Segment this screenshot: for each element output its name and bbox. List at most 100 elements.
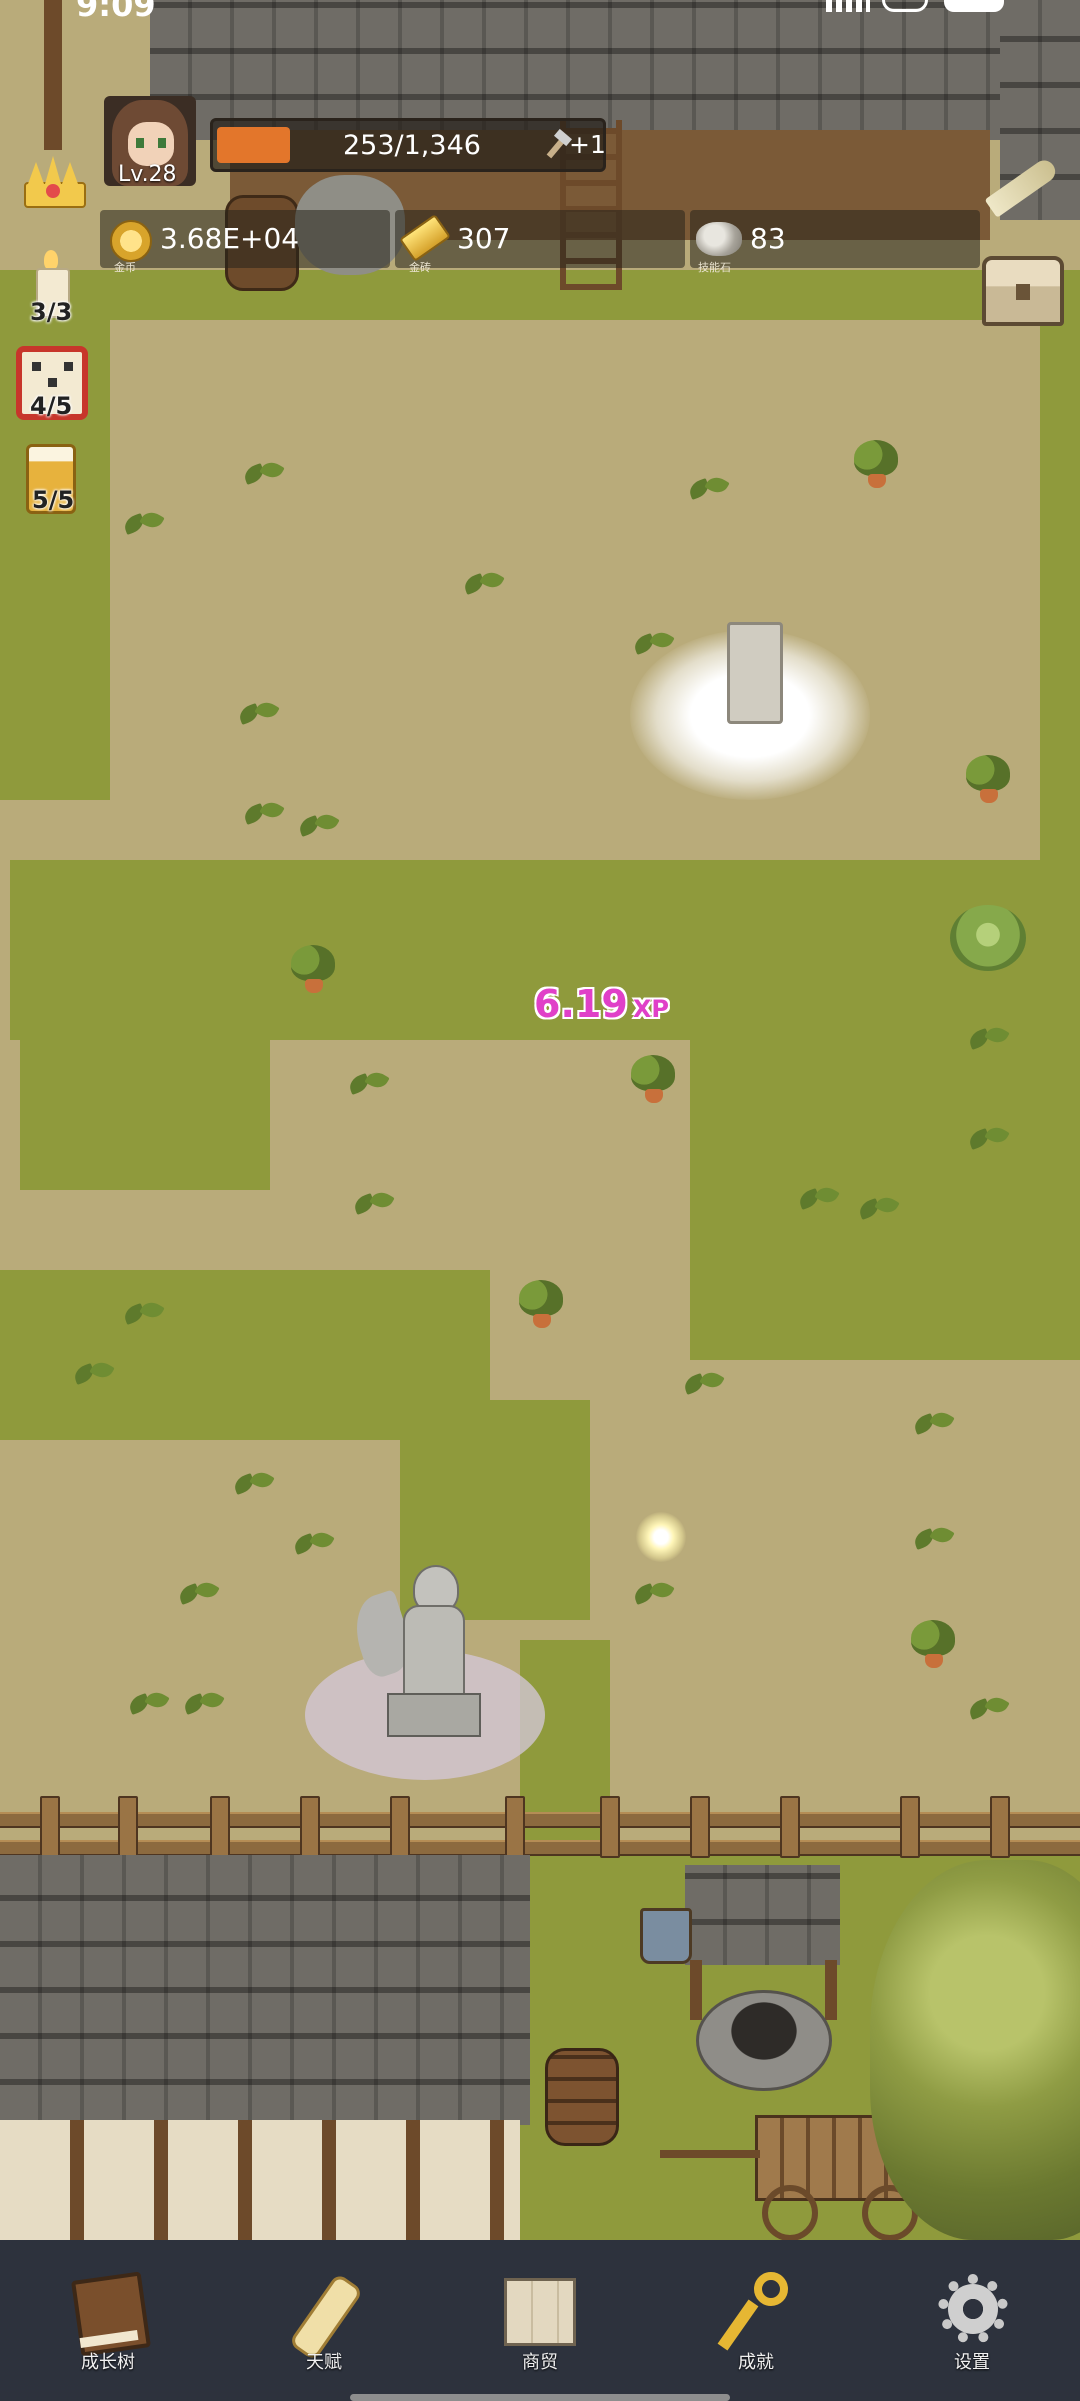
gear-icon (934, 2268, 1010, 2352)
xp-bar: 253/1,346 +1 (210, 118, 606, 172)
nav-settings[interactable]: 设置 (864, 2240, 1080, 2401)
skill-stone-counter[interactable]: 83 技能石 (690, 210, 980, 274)
xp-bonus: +1 (569, 130, 606, 159)
gold-bar-icon (398, 213, 452, 263)
dice-pip (48, 378, 57, 387)
carrot-plant[interactable] (960, 755, 1016, 815)
bugle-icon (984, 156, 1060, 218)
cart-wheel (762, 2185, 818, 2240)
key-ring (754, 2272, 788, 2306)
dice-button[interactable]: 4/5 (14, 342, 94, 426)
scroll-body (288, 2272, 364, 2362)
water-bucket[interactable] (640, 1908, 692, 1964)
fence-post (40, 1796, 60, 1858)
beer-button[interactable]: 5/5 (20, 440, 86, 526)
sprout (175, 1580, 221, 1614)
house-roof (0, 1855, 530, 2125)
skill-stone-value: 83 (750, 222, 786, 255)
floating-xp-unit: XP (632, 995, 669, 1023)
nav-trade[interactable]: 商贸 (432, 2240, 648, 2401)
fence-post (210, 1796, 230, 1858)
sprout (965, 1695, 1011, 1729)
sprout (180, 1690, 226, 1724)
stone-well[interactable] (696, 1990, 832, 2091)
chest-lock (1016, 284, 1030, 300)
nav-talent[interactable]: 天赋 (216, 2240, 432, 2401)
fence-post (780, 1796, 800, 1858)
status-bar: 9:09 (0, 0, 1080, 24)
nav-achievement[interactable]: 成就 (648, 2240, 864, 2401)
cabbage-plant[interactable] (950, 905, 1026, 971)
carrot-plant[interactable] (905, 1620, 961, 1680)
avatar-eye (136, 138, 144, 148)
candle-flame (44, 250, 58, 270)
top-left-post (44, 0, 62, 150)
xp-bar-fill (217, 127, 290, 163)
gear-body (948, 2284, 998, 2334)
fence-post (118, 1796, 138, 1858)
xp-bar-text: 253/1,346 (343, 130, 481, 161)
carrot-plant[interactable] (848, 440, 904, 500)
house-wall (0, 2120, 520, 2240)
carrot-plant[interactable] (285, 945, 341, 1005)
grass-band-left-lobe (20, 1020, 270, 1190)
well-roof (685, 1865, 840, 1965)
sprout (795, 1185, 841, 1219)
sprout (120, 1300, 166, 1334)
fence-post (990, 1796, 1010, 1858)
avatar-eye (158, 138, 166, 148)
sprout (240, 800, 286, 834)
sprout (125, 1690, 171, 1724)
map-icon (502, 2268, 578, 2352)
candle-count: 3/3 (30, 298, 73, 326)
signal-icon (826, 0, 870, 12)
status-time: 9:09 (76, 0, 156, 24)
sprout (240, 460, 286, 494)
sprout (70, 1360, 116, 1394)
home-indicator[interactable] (350, 2394, 730, 2401)
candle-button[interactable]: 3/3 (20, 240, 86, 330)
grass-band-right (690, 1020, 1080, 1360)
bugle-button[interactable] (980, 150, 1060, 230)
floating-xp-text: 6.19 XP (534, 982, 669, 1026)
nav-achievement-label: 成就 (738, 2352, 774, 2373)
nav-trade-label: 商贸 (522, 2352, 558, 2373)
gold-bar-value: 307 (457, 222, 511, 255)
nav-settings-label: 设置 (954, 2352, 990, 2373)
carrot-plant[interactable] (625, 1055, 681, 1115)
sprout (295, 812, 341, 846)
crown-point (45, 156, 61, 184)
crown-jewel (46, 184, 60, 198)
gold-bar-label: 金砖 (409, 261, 431, 274)
game-map[interactable]: 6.19 XP (0, 0, 1080, 2240)
nav-growth-tree[interactable]: 成长树 (0, 2240, 216, 2401)
bottom-nav: 成长树 天赋 商贸 成就 设置 (0, 2240, 1080, 2401)
statue-pedestal (387, 1693, 481, 1737)
sprout (965, 1025, 1011, 1059)
fence-post (300, 1796, 320, 1858)
sprout (680, 1370, 726, 1404)
gold-coin-counter[interactable]: 3.68E+04 金币 (100, 210, 390, 274)
gold-bar-counter[interactable]: 307 金砖 (395, 210, 685, 274)
crown-button[interactable] (20, 150, 86, 220)
well-post-right (825, 1960, 837, 2020)
stone-tablet[interactable] (727, 622, 783, 724)
treasure-chest-icon (982, 256, 1064, 326)
sprout (630, 1580, 676, 1614)
skill-stone-icon (696, 222, 742, 256)
skill-stone-label: 技能石 (698, 261, 731, 274)
sprout (685, 475, 731, 509)
well-post-left (690, 1960, 702, 2020)
gold-coin-label: 金币 (114, 261, 136, 274)
treasure-chest-button[interactable] (980, 250, 1068, 330)
scroll-icon (286, 2268, 364, 2362)
dice-count: 4/5 (30, 392, 73, 420)
tree (870, 1860, 1080, 2240)
gold-coin-icon (110, 220, 152, 262)
sparkle-orb[interactable] (636, 1512, 686, 1562)
sprout (855, 1195, 901, 1229)
carrot-plant[interactable] (513, 1280, 569, 1340)
sprout (120, 510, 166, 544)
dice-pip (64, 362, 73, 371)
angel-statue[interactable] (345, 1565, 481, 1737)
